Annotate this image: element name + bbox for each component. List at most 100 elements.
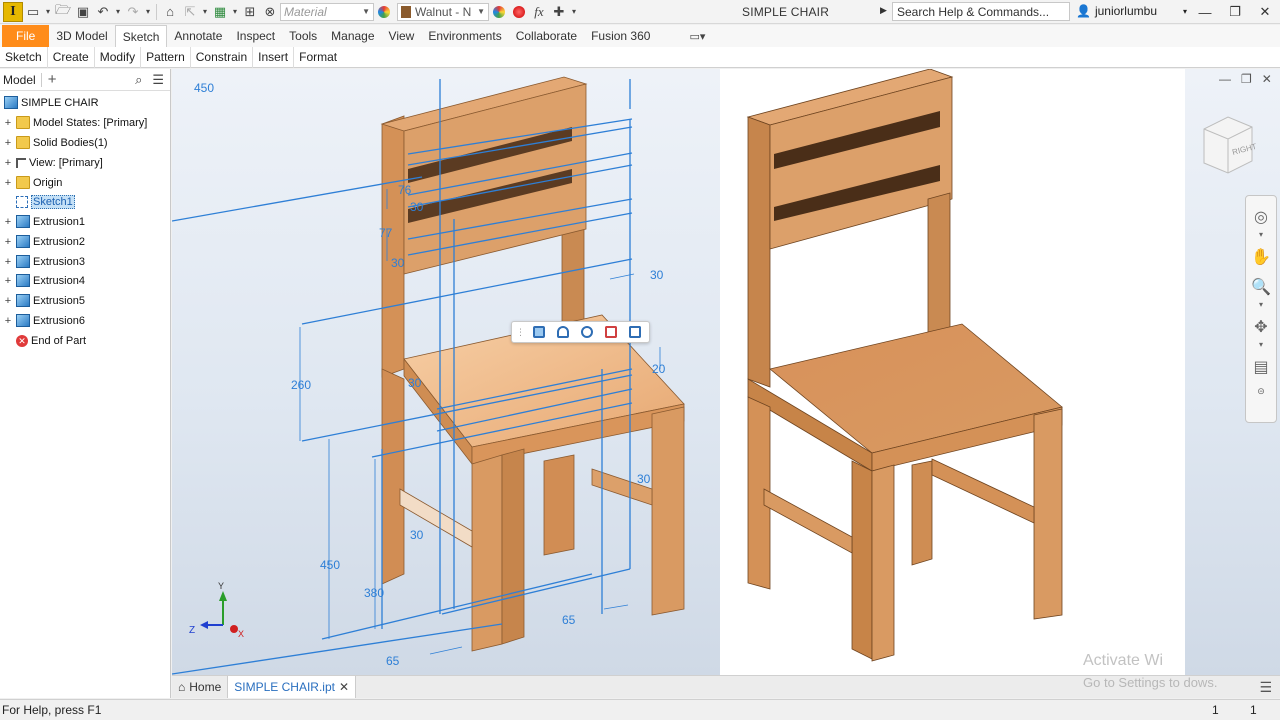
tab-manage[interactable]: Manage [324,25,381,47]
minimize-viewport-icon[interactable]: — [1219,72,1231,86]
panel-pattern[interactable]: Pattern [141,46,191,68]
panel-create[interactable]: Create [48,46,95,68]
grip-icon[interactable]: ⋮ [516,327,525,338]
dim-30-b[interactable]: 30 [391,256,405,270]
tree-item-origin[interactable]: + Origin [0,173,62,192]
inventor-logo[interactable]: I [3,1,23,22]
tab-fusion-360[interactable]: Fusion 360 [584,25,657,47]
tab-environments[interactable]: Environments [421,25,508,47]
add-icon[interactable]: ✚ [549,2,569,22]
appearance-ball-icon[interactable] [374,2,394,22]
dim-30-seat[interactable]: 30 [408,376,422,390]
project-geometry-icon[interactable] [601,323,621,341]
tab-inspect[interactable]: Inspect [229,25,282,47]
dim-30-rail[interactable]: 30 [410,528,424,542]
dim-76[interactable]: 76 [398,183,412,197]
dropdown-arrow-icon[interactable]: ▾ [230,2,240,22]
save-icon[interactable]: ▣ [73,2,93,22]
hole-icon[interactable] [577,323,597,341]
tab-file[interactable]: File [2,25,50,47]
chevron-down-icon[interactable]: ▾ [1250,340,1272,349]
tree-item-extrusion6[interactable]: + Extrusion6 [0,311,85,330]
expand-icon[interactable]: + [3,275,13,287]
customize-dropdown-icon[interactable]: ▾ [569,2,579,22]
chevron-down-icon[interactable]: ▾ [1250,300,1272,309]
look-at-icon[interactable]: ▤ [1250,356,1272,378]
expand-icon[interactable]: + [3,295,13,307]
steering-wheel-icon[interactable]: ◎ [1250,206,1272,228]
dim-450-left[interactable]: 450 [320,558,340,572]
left-chair-model[interactable] [380,76,685,652]
appearance-combo[interactable]: Walnut - N ▼ [397,2,489,21]
dim-20[interactable]: 20 [652,362,666,376]
expand-icon[interactable]: + [3,177,13,189]
tab-home[interactable]: ⌂ Home [172,676,227,698]
update-icon[interactable]: ▦ [210,2,230,22]
tab-collaborate[interactable]: Collaborate [509,25,584,47]
dim-260[interactable]: 260 [291,378,311,392]
tree-item-solid-bodies[interactable]: + Solid Bodies(1) [0,133,108,152]
cancel-circle-icon[interactable]: ⊗ [260,2,280,22]
restore-viewport-icon[interactable]: ❐ [1241,72,1252,86]
graphics-viewport[interactable]: 450 76 30 77 30 30 260 30 20 30 30 450 3… [172,69,1280,675]
menu-icon[interactable]: ☰ [152,72,164,88]
tree-item-extrusion1[interactable]: + Extrusion1 [0,212,85,231]
finish-sketch-icon[interactable] [625,323,645,341]
tab-tools[interactable]: Tools [282,25,324,47]
user-account[interactable]: 👤 juniorlumbu ▾ [1076,4,1187,18]
dim-77[interactable]: 77 [379,226,393,240]
tab-view[interactable]: View [382,25,422,47]
tab-sketch[interactable]: Sketch [114,25,168,47]
expand-icon[interactable]: + [3,236,13,248]
tree-item-extrusion5[interactable]: + Extrusion5 [0,291,85,310]
orbit-icon[interactable]: ✥ [1250,316,1272,338]
dim-30-a[interactable]: 30 [410,200,424,214]
undo-icon[interactable]: ↶ [93,2,113,22]
tree-item-view[interactable]: + View: [Primary] [0,153,103,172]
expand-icon[interactable]: + [3,216,13,228]
dropdown-arrow-icon[interactable]: ▾ [113,2,123,22]
expand-icon[interactable]: + [3,137,13,149]
panel-sketch[interactable]: Sketch [0,46,48,68]
extrude-icon[interactable] [529,323,549,341]
dim-380[interactable]: 380 [364,586,384,600]
browser-tab-model[interactable]: Model [3,72,42,87]
expand-icon[interactable]: + [3,157,13,169]
expand-icon[interactable]: + [3,256,13,268]
restore-icon[interactable]: ❐ [1220,0,1250,24]
close-tab-icon[interactable]: ✕ [339,680,349,694]
tree-item-extrusion4[interactable]: + Extrusion4 [0,271,85,290]
zoom-icon[interactable]: 🔍 [1250,276,1272,298]
tree-item-sketch1[interactable]: Sketch1 [0,192,75,211]
material-combo[interactable]: Material ▼ [280,2,374,21]
tree-item-end-of-part[interactable]: ✕ End of Part [0,331,86,350]
expand-icon[interactable]: + [3,117,13,129]
viewcube-icon[interactable]: RIGHT [1203,116,1258,174]
tree-item-extrusion3[interactable]: + Extrusion3 [0,252,85,271]
chevron-down-icon[interactable]: ▾ [1250,230,1272,239]
customize-nav-icon[interactable]: ⊝ [1250,386,1272,396]
chevron-right-icon[interactable]: ▶ [880,5,887,16]
tabs-menu-icon[interactable]: ☰ [1259,679,1272,696]
dropdown-arrow-icon[interactable]: ▾ [200,2,210,22]
minimize-icon[interactable]: — [1190,0,1220,24]
clear-appearance-icon[interactable] [509,2,529,22]
panel-constrain[interactable]: Constrain [191,46,254,68]
dropdown-arrow-icon[interactable]: ▾ [43,2,53,22]
dim-65-bottom[interactable]: 65 [386,654,400,668]
home-icon[interactable]: ⌂ [160,2,180,22]
adjust-appearance-icon[interactable] [489,2,509,22]
redo-icon[interactable]: ↷ [123,2,143,22]
search-icon[interactable]: ⌕ [135,72,142,88]
add-browser-icon[interactable]: + [48,71,57,88]
panel-format[interactable]: Format [294,47,342,68]
open-folder-icon[interactable]: 🗁 [53,2,73,22]
ribbon-display-toggle-icon[interactable]: ▭▾ [689,30,705,43]
search-input[interactable]: Search Help & Commands... [892,2,1070,21]
revolve-icon[interactable] [553,323,573,341]
new-file-icon[interactable]: ▭ [23,2,43,22]
tab-annotate[interactable]: Annotate [167,25,229,47]
tab-simple-chair-ipt[interactable]: SIMPLE CHAIR.ipt ✕ [227,676,357,698]
dropdown-arrow-icon[interactable]: ▾ [143,2,153,22]
expand-icon[interactable]: + [3,315,13,327]
